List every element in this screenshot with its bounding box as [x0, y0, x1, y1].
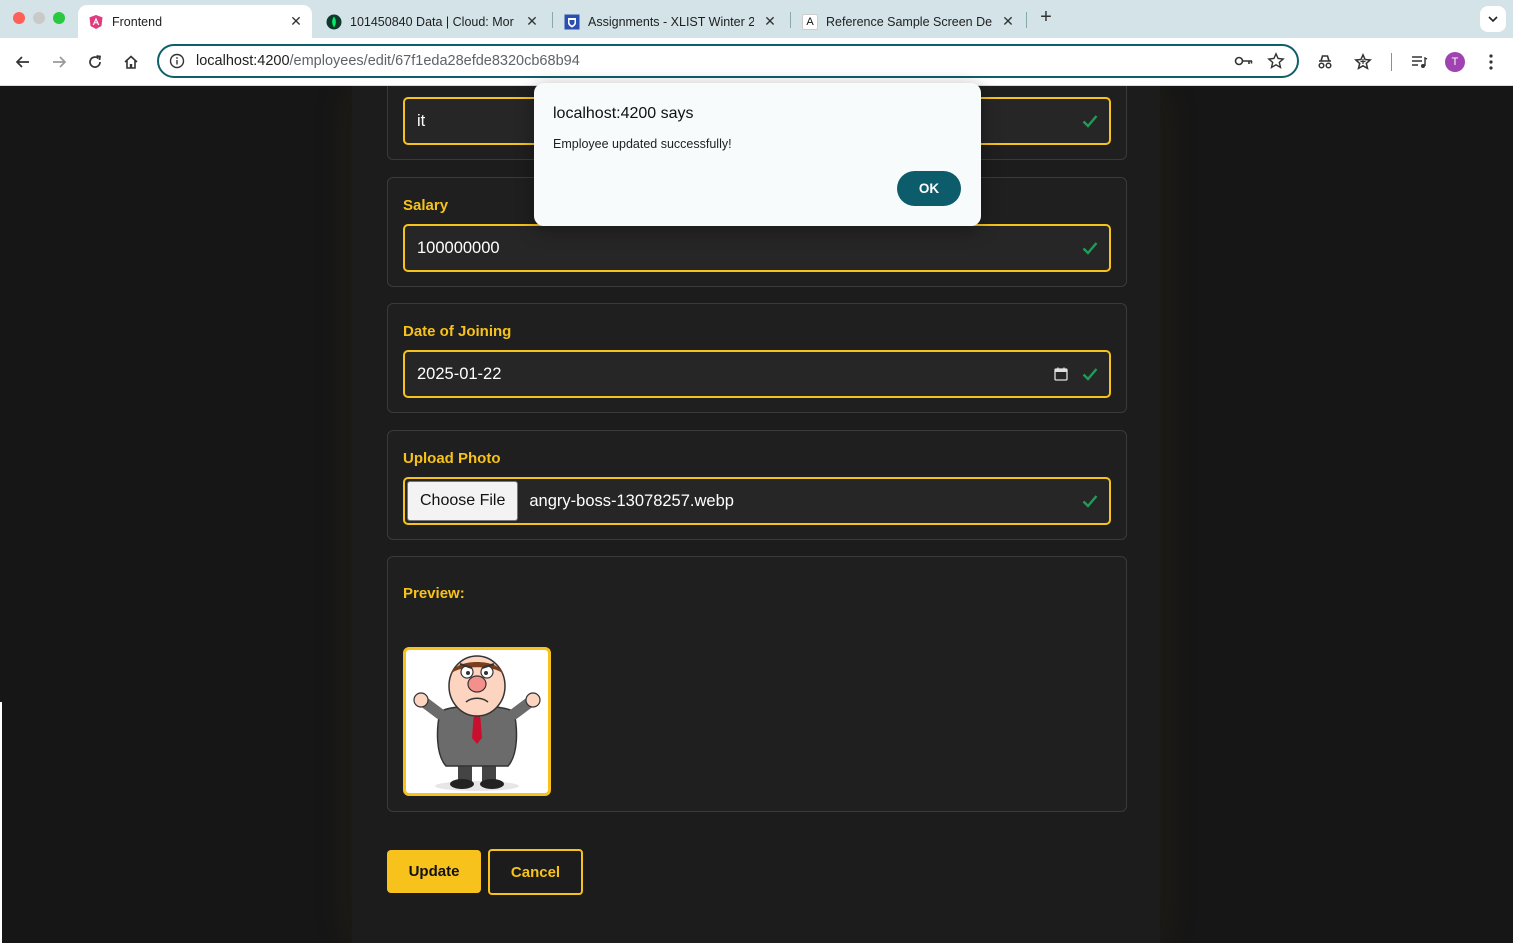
tab-reference[interactable]: A Reference Sample Screen De ✕ [792, 5, 1024, 38]
chevron-down-icon [1488, 16, 1498, 23]
window-maximize-button[interactable] [53, 12, 65, 24]
preview-card: Preview: [387, 556, 1127, 812]
choose-file-button[interactable]: Choose File [407, 481, 519, 521]
bookmark-star-icon[interactable] [1265, 50, 1287, 72]
upload-photo-field[interactable]: Choose File angry-boss-13078257.webp [403, 477, 1111, 525]
valid-check-icon [1081, 239, 1099, 257]
dialog-title: localhost:4200 says [553, 105, 694, 122]
arrow-right-icon [53, 56, 67, 68]
more-menu-icon[interactable] [1479, 50, 1503, 74]
reload-button[interactable] [83, 50, 107, 74]
password-key-icon[interactable] [1233, 50, 1255, 72]
valid-check-icon [1081, 365, 1099, 383]
tab-bar: Frontend ✕ 101450840 Data | Cloud: Mor ✕… [0, 0, 1513, 38]
window-close-button[interactable] [13, 12, 25, 24]
back-button[interactable] [11, 50, 35, 74]
forward-button[interactable] [47, 50, 71, 74]
dialog-message: Employee updated successfully! [553, 137, 732, 151]
valid-check-icon [1081, 112, 1099, 130]
browser-toolbar: localhost:4200/employees/edit/67f1eda28e… [0, 38, 1513, 86]
home-button[interactable] [119, 50, 143, 74]
site-info-icon[interactable] [168, 52, 186, 70]
incognito-icon[interactable] [1313, 50, 1337, 74]
close-tab-icon[interactable]: ✕ [1000, 13, 1016, 30]
tab-mongodb[interactable]: 101450840 Data | Cloud: Mor ✕ [316, 5, 548, 38]
date-of-joining-label: Date of Joining [403, 323, 512, 340]
employee-photo-preview [403, 647, 551, 796]
arrow-left-icon [15, 56, 29, 68]
new-tab-button[interactable]: + [1036, 7, 1056, 28]
tab-title: 101450840 Data | Cloud: Mor [350, 14, 514, 29]
tab-assignments[interactable]: Assignments - XLIST Winter 2 ✕ [554, 5, 786, 38]
college-crest-icon [564, 14, 580, 30]
upload-photo-label: Upload Photo [403, 450, 501, 467]
cancel-button[interactable]: Cancel [488, 849, 583, 895]
window-minimize-button[interactable] [33, 12, 45, 24]
date-of-joining-card: Date of Joining 2025-01-22 [387, 303, 1127, 413]
salary-label: Salary [403, 197, 449, 214]
url-text[interactable]: localhost:4200/employees/edit/67f1eda28e… [196, 53, 1233, 69]
update-button[interactable]: Update [387, 850, 481, 893]
home-icon [124, 55, 138, 69]
upload-photo-card: Upload Photo Choose File angry-boss-1307… [387, 430, 1127, 540]
angry-boss-illustration [413, 655, 541, 791]
tab-title: Assignments - XLIST Winter 2 [588, 14, 754, 29]
salary-field[interactable]: 100000000 [403, 224, 1111, 272]
tab-frontend[interactable]: Frontend ✕ [78, 5, 312, 38]
dialog-ok-button[interactable]: OK [897, 171, 961, 206]
profile-avatar[interactable]: T [1445, 52, 1465, 72]
close-tab-icon[interactable]: ✕ [762, 13, 778, 30]
tab-title: Reference Sample Screen De [826, 14, 992, 29]
preview-label: Preview: [403, 585, 465, 602]
date-of-joining-value: 2025-01-22 [417, 364, 502, 383]
date-of-joining-field[interactable]: 2025-01-22 [403, 350, 1111, 398]
tab-title: Frontend [112, 14, 163, 29]
valid-check-icon [1081, 492, 1099, 510]
angular-icon [88, 14, 104, 30]
address-bar[interactable]: localhost:4200/employees/edit/67f1eda28e… [157, 44, 1299, 78]
close-tab-icon[interactable]: ✕ [524, 13, 540, 30]
close-tab-icon[interactable]: ✕ [288, 13, 304, 30]
mongodb-leaf-icon [326, 14, 342, 30]
alert-dialog: localhost:4200 says Employee updated suc… [534, 83, 981, 226]
selected-file-name: angry-boss-13078257.webp [529, 491, 734, 510]
media-control-icon[interactable] [1407, 50, 1431, 74]
reading-list-star-icon[interactable] [1351, 50, 1375, 74]
tab-search-button[interactable] [1480, 6, 1506, 32]
salary-value: 100000000 [417, 238, 500, 257]
calendar-icon[interactable] [1053, 366, 1069, 382]
reload-icon [89, 55, 101, 68]
letter-a-icon: A [802, 13, 818, 30]
